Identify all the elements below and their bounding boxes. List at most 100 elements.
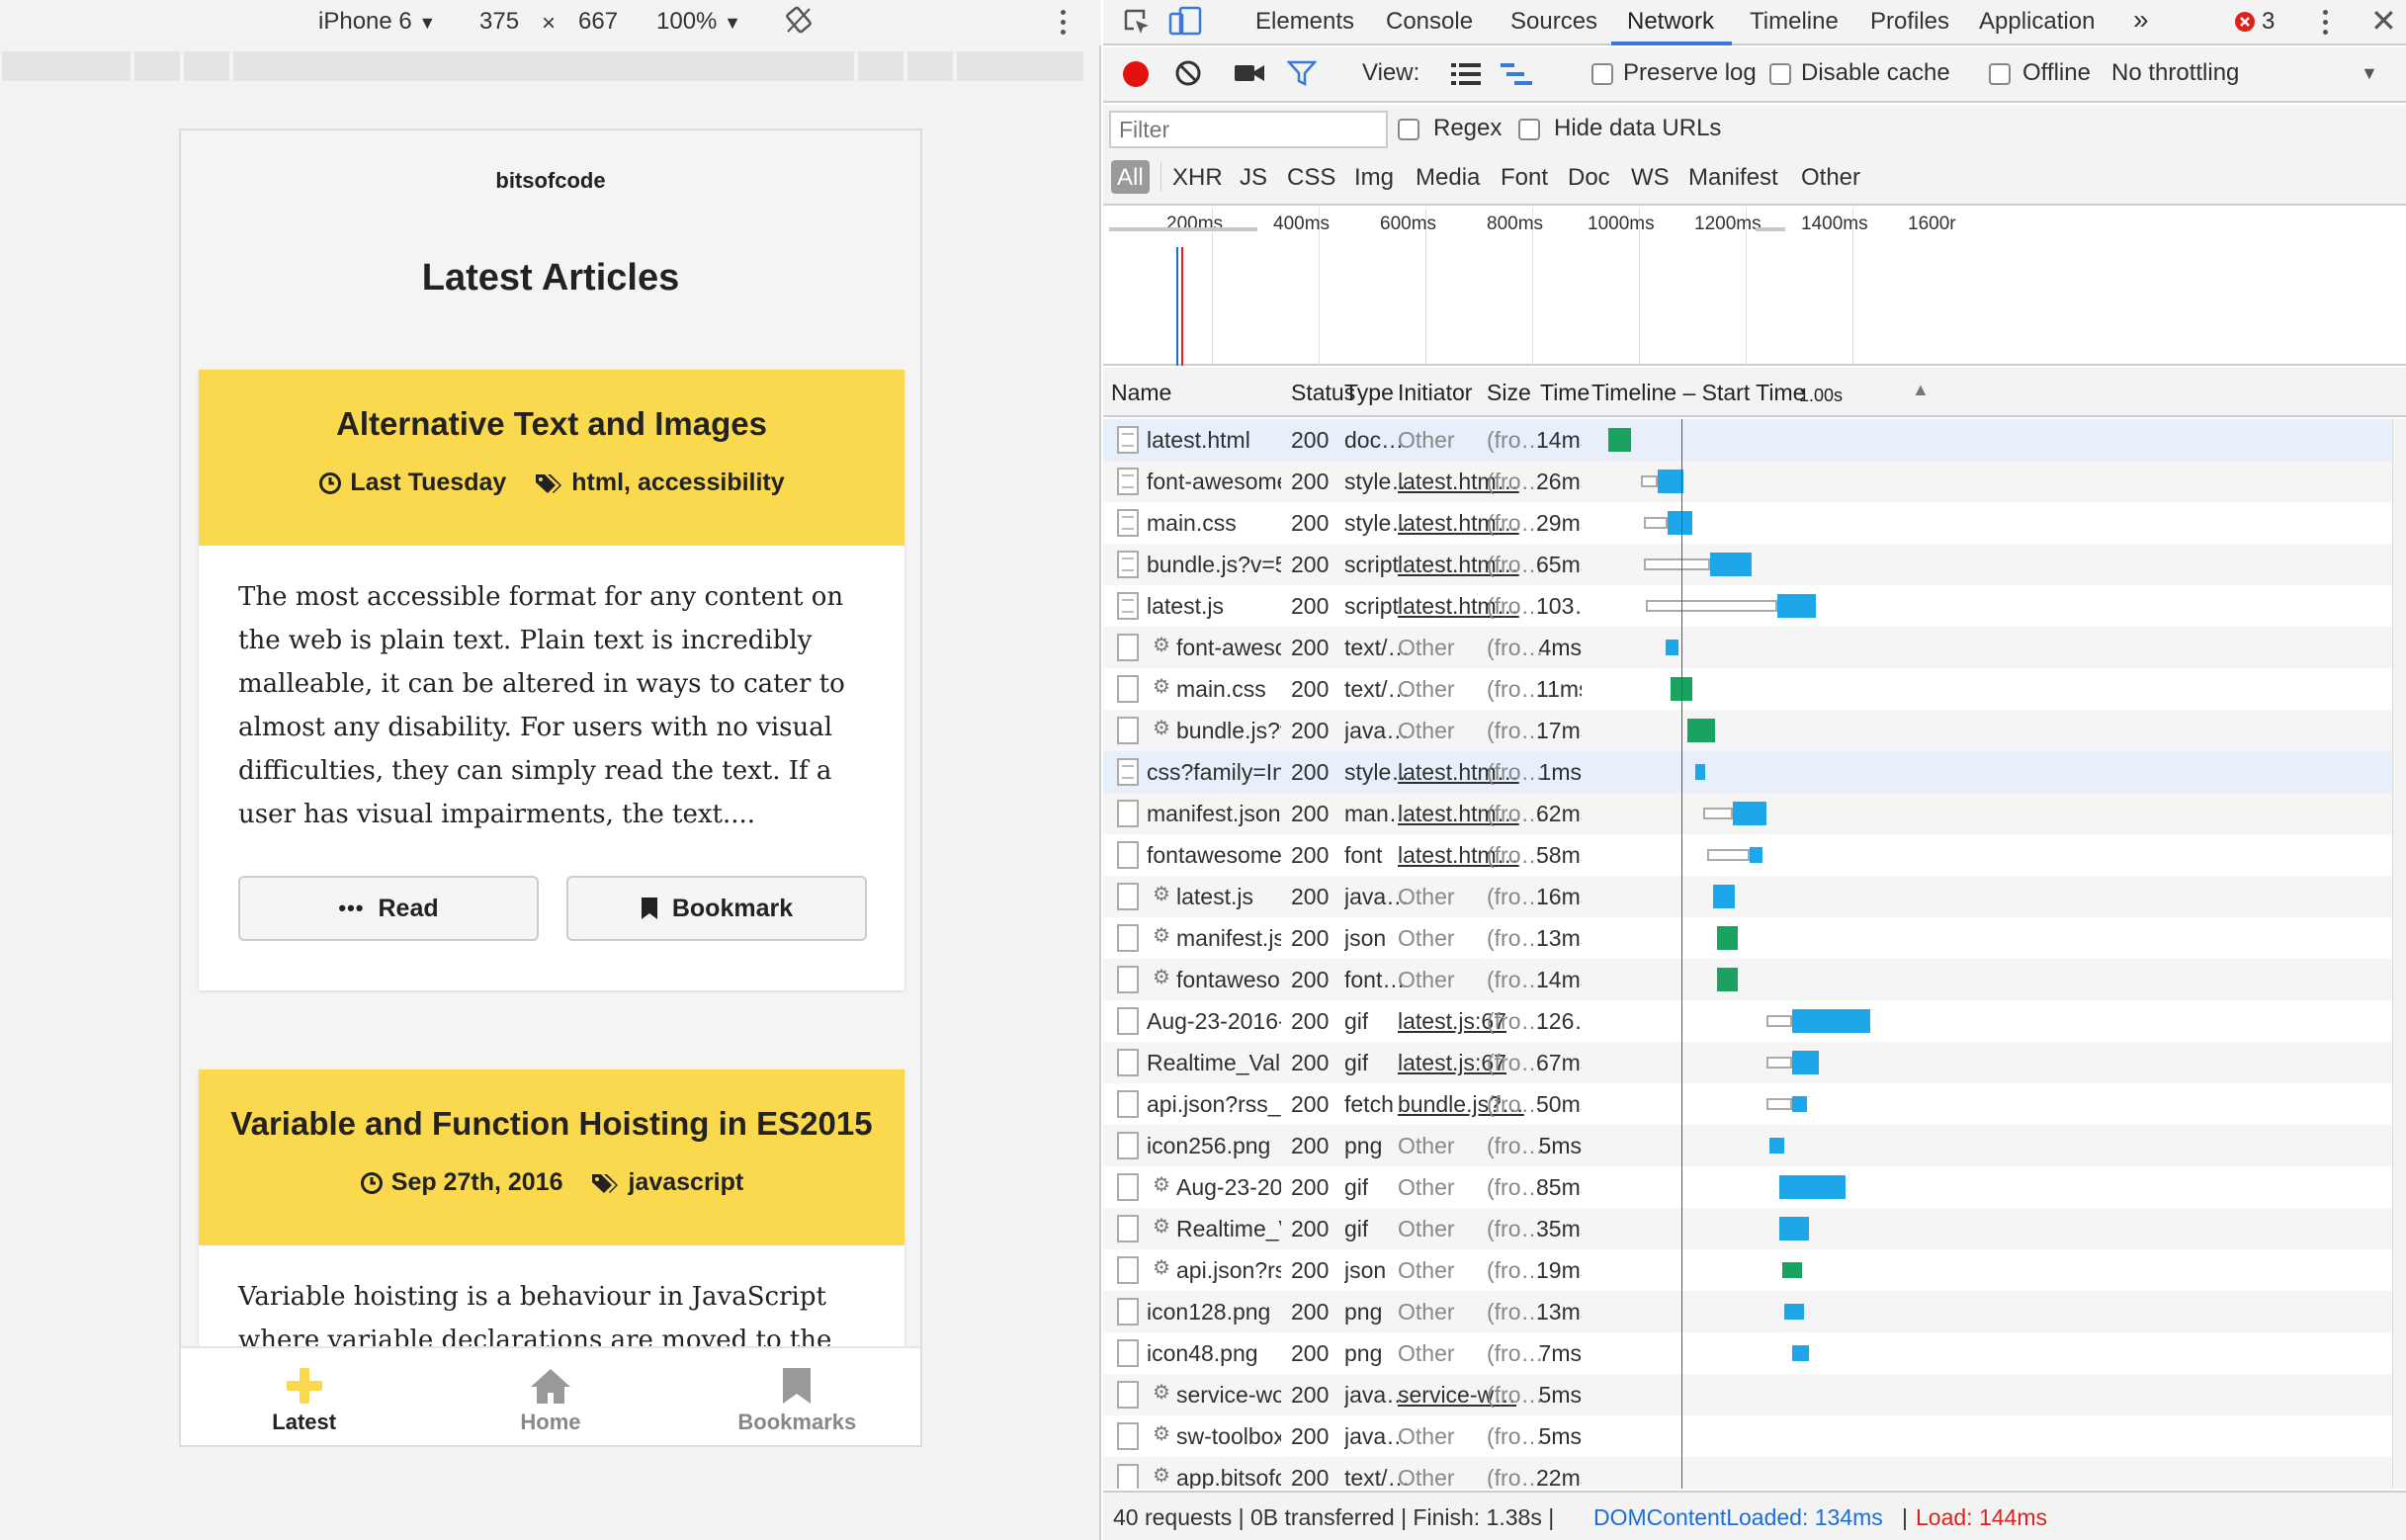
request-row[interactable]: ⚙sw-toolbox.js200java…Other(fro…5ms [1103, 1415, 2406, 1457]
filter-type-manifest[interactable]: Manifest [1688, 164, 1778, 192]
filter-type-doc[interactable]: Doc [1568, 164, 1610, 192]
filter-type-font[interactable]: Font [1501, 164, 1548, 192]
request-row[interactable]: icon128.png 200 png Other (fro…13ms [1103, 1291, 2406, 1332]
request-row[interactable]: bundle.js?v=5 200 script latest.htm… (fro… 65… [1103, 544, 2406, 585]
column-header-time[interactable]: Time [1540, 380, 1590, 406]
column-header-name[interactable]: Name [1111, 380, 1171, 406]
request-row[interactable]: ⚙service-worker.js200java…service-w…(fro… [1103, 1374, 2406, 1415]
caret-down-icon[interactable]: ▼ [2361, 63, 2378, 84]
request-row[interactable]: main.css200style…latest.htm…(fro…29ms [1103, 502, 2406, 544]
tab-network[interactable]: Network [1627, 8, 1714, 36]
filter-type-img[interactable]: Img [1354, 164, 1394, 192]
request-row[interactable]: ⚙bundle.js?v=5200java…Other(fro…17ms [1103, 710, 2406, 751]
request-row[interactable]: api.json?rss_url=htt…200fetchbundle.js?…… [1103, 1083, 2406, 1125]
bookmark-button[interactable]: Bookmark [566, 876, 867, 941]
filter-type-all[interactable]: All [1111, 160, 1150, 194]
width-input[interactable]: 375 [479, 8, 519, 36]
request-row[interactable]: latest.js200scriptlatest.htm…(fro…103… [1103, 585, 2406, 627]
request-row[interactable]: css?family=Inconsol…200style…latest.htm…… [1103, 751, 2406, 793]
file-icon [1117, 1173, 1139, 1201]
request-row[interactable]: ⚙ api.json?rss_url=… 200 json Other (fro…19ms [1103, 1249, 2406, 1291]
waterfall-queue-bar [1765, 1057, 1793, 1069]
request-row[interactable]: ⚙main.css200text/…Other(fro…11ms [1103, 668, 2406, 710]
file-icon [1117, 924, 1139, 952]
request-row[interactable]: latest.html 200 doc…Other (fro…14ms [1103, 419, 2406, 461]
request-row[interactable]: fontawesome-webfo…200fontlatest.htm…(fro… [1103, 834, 2406, 876]
close-icon[interactable]: ✕ [2370, 2, 2397, 40]
request-size: (fro… [1487, 1340, 1544, 1366]
tab-sources[interactable]: Sources [1510, 8, 1597, 36]
filter-type-js[interactable]: JS [1240, 164, 1267, 192]
request-row[interactable]: ⚙ fontawesome-we… 200 font…Other (fro…14ms [1103, 959, 2406, 1000]
waterfall-icon[interactable] [1501, 61, 1534, 94]
more-tabs-button[interactable]: » [2133, 4, 2149, 36]
hide-data-urls-checkbox[interactable] [1518, 119, 1540, 140]
clear-icon[interactable] [1174, 59, 1202, 94]
column-header-initiator[interactable]: Initiator [1398, 380, 1472, 406]
column-header-type[interactable]: Type [1344, 380, 1394, 406]
more-options-icon[interactable] [1061, 10, 1067, 40]
read-button[interactable]: ••• Read [238, 876, 539, 941]
view-label: View: [1362, 59, 1420, 86]
waterfall-queue-bar [1646, 600, 1778, 612]
request-row[interactable]: Aug-23-2016-08-31…200giflatest.js:67(fro… [1103, 1000, 2406, 1042]
disable-cache-checkbox[interactable] [1769, 63, 1791, 85]
tab-application[interactable]: Application [1979, 8, 2095, 36]
request-row[interactable]: font-awesome.min.css200style…latest.htm…… [1103, 461, 2406, 502]
filter-type-media[interactable]: Media [1416, 164, 1480, 192]
large-rows-icon[interactable] [1451, 61, 1481, 94]
devtools-menu-icon[interactable] [2323, 10, 2329, 40]
tab-profiles[interactable]: Profiles [1870, 8, 1949, 36]
column-header-timeline[interactable]: Timeline – Start Time [1591, 380, 1805, 406]
filter-input[interactable] [1109, 111, 1388, 148]
waterfall-bar [1733, 802, 1766, 825]
error-counter[interactable]: 3 [2234, 8, 2275, 36]
article-title[interactable]: Variable and Function Hoisting in ES2015 [199, 1105, 904, 1143]
filter-icon[interactable] [1286, 59, 1318, 94]
regex-checkbox[interactable] [1398, 119, 1419, 140]
request-row[interactable]: icon256.png 200 png Other (fro… 5ms [1103, 1125, 2406, 1166]
request-row[interactable]: icon48.png 200 png Other (fro… 7ms [1103, 1332, 2406, 1374]
filter-type-other[interactable]: Other [1801, 164, 1860, 192]
request-name: font-awesome.min.css [1147, 469, 1281, 494]
filter-type-xhr[interactable]: XHR [1172, 164, 1223, 192]
nav-bookmarks[interactable]: Bookmarks [674, 1348, 920, 1445]
tab-console[interactable]: Console [1386, 8, 1473, 36]
sort-ascending-icon[interactable]: ▲ [1912, 380, 1930, 400]
waterfall-bar [1777, 594, 1816, 618]
height-input[interactable]: 667 [578, 8, 618, 36]
tab-timeline[interactable]: Timeline [1750, 8, 1839, 36]
request-status: 200 [1291, 510, 1330, 536]
nav-home[interactable]: Home [427, 1348, 673, 1445]
request-row[interactable]: manifest.json200man…latest.htm…(fro…62ms [1103, 793, 2406, 834]
request-row[interactable]: ⚙font-awesome.mi…200text/…Other(fro…4ms [1103, 627, 2406, 668]
request-row[interactable]: ⚙latest.js200java…Other(fro…16ms [1103, 876, 2406, 917]
inspect-element-icon[interactable] [1123, 8, 1153, 44]
media-query-bar[interactable] [0, 51, 1101, 81]
throttling-select[interactable]: No throttling [2111, 59, 2239, 87]
scrollbar[interactable] [2392, 419, 2406, 1489]
request-size: (fro… [1487, 842, 1544, 868]
column-header-size[interactable]: Size [1487, 380, 1531, 406]
request-row[interactable]: ⚙app.bitsofco.de200text/…Other(fro…22ms [1103, 1457, 2406, 1489]
device-mode-icon[interactable] [1168, 6, 1204, 44]
rotate-icon[interactable] [783, 4, 815, 43]
nav-latest[interactable]: Latest [181, 1348, 427, 1445]
article-title[interactable]: Alternative Text and Images [199, 405, 904, 443]
request-initiator: Other [1398, 884, 1455, 909]
tab-elements[interactable]: Elements [1255, 8, 1354, 36]
filter-type-css[interactable]: CSS [1287, 164, 1335, 192]
timeline-overview[interactable]: 200ms 400ms 600ms 800ms 1000ms 1200ms 14… [1103, 208, 2406, 366]
preserve-log-checkbox[interactable] [1591, 63, 1613, 85]
zoom-select[interactable]: 100% ▼ [656, 8, 741, 36]
filter-type-ws[interactable]: WS [1631, 164, 1670, 192]
request-row[interactable]: Realtime_Validation…200giflatest.js:67(f… [1103, 1042, 2406, 1083]
request-row[interactable]: ⚙ Realtime_Validati… 200 gif Other (fro…35ms [1103, 1208, 2406, 1249]
capture-screenshots-icon[interactable] [1234, 61, 1265, 92]
site-brand[interactable]: bitsofcode [181, 168, 920, 194]
request-row[interactable]: ⚙ Aug-23-2016-08-… 200 gif Other (fro…85ms [1103, 1166, 2406, 1208]
request-row[interactable]: ⚙ manifest.json 200 json Other (fro…13ms [1103, 917, 2406, 959]
offline-checkbox[interactable] [1989, 63, 2011, 85]
record-icon[interactable] [1123, 61, 1149, 87]
device-select[interactable]: iPhone 6 ▼ [318, 8, 436, 36]
